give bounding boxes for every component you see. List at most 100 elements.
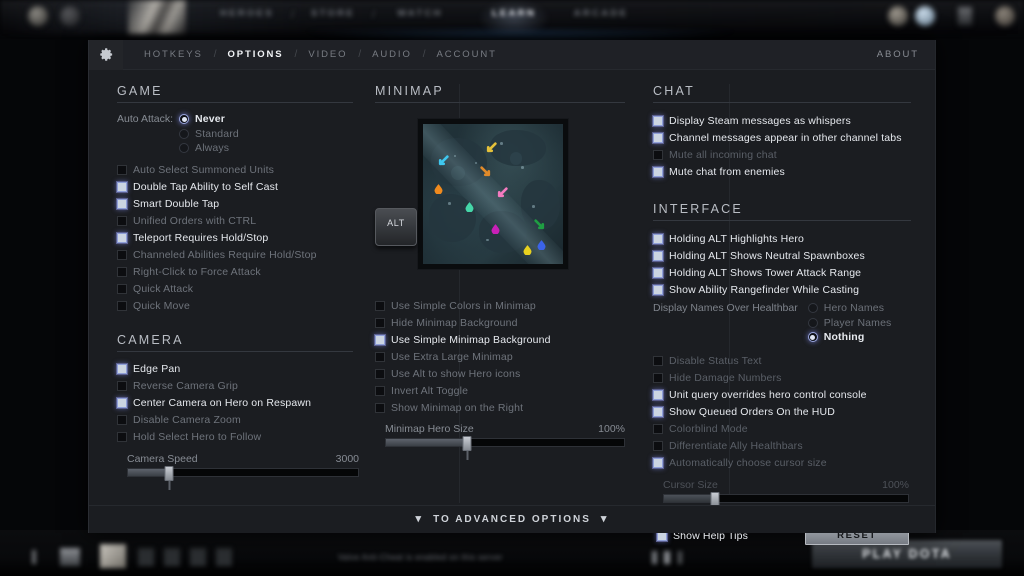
checkbox-icon	[117, 233, 127, 243]
about-link[interactable]: ABOUT	[877, 49, 919, 60]
slider-track[interactable]	[127, 465, 359, 490]
checkbox-show-ability-rangefinder-while-casting[interactable]: Show Ability Rangefinder While Casting	[653, 281, 931, 298]
checkbox-edge-pan[interactable]: Edge Pan	[117, 361, 361, 378]
checkbox-label: Hide Minimap Background	[391, 316, 518, 329]
bottom-icon-2[interactable]	[60, 548, 80, 566]
radio-auto-attack-never[interactable]: Never	[179, 112, 239, 127]
slider-label: Cursor Size	[663, 478, 718, 491]
checkbox-automatically-choose-cursor-size[interactable]: Automatically choose cursor size	[653, 455, 931, 472]
section-rule	[375, 102, 625, 103]
bottom-icon-5[interactable]	[164, 548, 180, 566]
nav-tab-watch[interactable]: WATCH	[384, 8, 456, 26]
tab-options[interactable]: OPTIONS	[216, 49, 294, 60]
nav-tab-store[interactable]: STORE	[300, 8, 366, 26]
bottom-status-icon-1	[652, 551, 657, 564]
bottom-icon-1[interactable]	[32, 550, 36, 564]
nav-tab-learn[interactable]: LEARN	[479, 8, 549, 26]
minimap-hero-size-slider[interactable]: Minimap Hero Size 100%	[375, 423, 625, 460]
checkbox-holding-alt-shows-neutral-spawnboxes[interactable]: Holding ALT Shows Neutral Spawnboxes	[653, 247, 931, 264]
checkbox-teleport-requires-hold-stop[interactable]: Teleport Requires Hold/Stop	[117, 230, 361, 247]
checkbox-label: Unit query overrides hero control consol…	[669, 389, 867, 401]
display-names-label: Display Names Over Healthbar	[653, 302, 798, 314]
tab-account[interactable]: ACCOUNT	[426, 49, 508, 60]
slider-handle[interactable]	[462, 436, 472, 460]
checkbox-unit-query-overrides-hero-control-console[interactable]: Unit query overrides hero control consol…	[653, 387, 931, 404]
dota2-logo[interactable]	[128, 0, 186, 34]
checkbox-icon	[653, 284, 663, 295]
checkbox-show-queued-orders-on-the-hud[interactable]: Show Queued Orders On the HUD	[653, 404, 931, 421]
checkbox-use-simple-colors-in-minimap[interactable]: Use Simple Colors in Minimap	[375, 297, 639, 314]
client-home-icon[interactable]	[60, 6, 80, 26]
radio-auto-attack-standard[interactable]: Standard	[179, 127, 239, 142]
checkbox-use-alt-to-show-hero-icons[interactable]: Use Alt to show Hero icons	[375, 365, 639, 382]
client-back-arrow-icon[interactable]	[28, 6, 48, 26]
client-friends-icon[interactable]	[915, 6, 935, 26]
camera-speed-slider[interactable]: Camera Speed 3000	[117, 453, 359, 490]
bottom-icon-7[interactable]	[216, 548, 232, 566]
slider-track[interactable]	[385, 436, 625, 460]
options-tab-bar: HOTKEYS / OPTIONS / VIDEO / AUDIO / ACCO…	[89, 39, 935, 70]
checkbox-icon	[653, 149, 663, 160]
nav-tab-arcade[interactable]: ARCADE	[566, 8, 636, 26]
radio-auto-attack-always[interactable]: Always	[179, 141, 239, 156]
slider-label: Minimap Hero Size	[385, 423, 474, 435]
checkbox-show-minimap-on-the-right[interactable]: Show Minimap on the Right	[375, 399, 639, 416]
checkbox-hide-damage-numbers[interactable]: Hide Damage Numbers	[653, 370, 931, 387]
checkbox-icon	[117, 301, 127, 311]
checkbox-label: Smart Double Tap	[133, 198, 220, 210]
checkbox-channeled-abilities-require-hold-stop[interactable]: Channeled Abilities Require Hold/Stop	[117, 247, 361, 264]
slider-handle[interactable]	[164, 465, 174, 490]
checkbox-hold-select-hero-to-follow[interactable]: Hold Select Hero to Follow	[117, 429, 361, 446]
tab-audio[interactable]: AUDIO	[361, 49, 423, 60]
chevron-down-icon: ▾	[415, 513, 424, 525]
client-profile-avatar[interactable]	[888, 6, 908, 26]
checkbox-reverse-camera-grip[interactable]: Reverse Camera Grip	[117, 378, 361, 395]
checkbox-quick-attack[interactable]: Quick Attack	[117, 281, 361, 298]
checkbox-hide-minimap-background[interactable]: Hide Minimap Background	[375, 314, 639, 331]
checkbox-holding-alt-shows-tower-attack-range[interactable]: Holding ALT Shows Tower Attack Range	[653, 264, 931, 281]
tab-video[interactable]: VIDEO	[297, 49, 358, 60]
section-rule	[653, 102, 911, 103]
checkbox-right-click-to-force-attack[interactable]: Right-Click to Force Attack	[117, 264, 361, 281]
checkbox-auto-select-summoned-units[interactable]: Auto Select Summoned Units	[117, 162, 361, 179]
bottom-icon-6[interactable]	[190, 548, 206, 566]
checkbox-label: Teleport Requires Hold/Stop	[133, 232, 269, 244]
checkbox-invert-alt-toggle[interactable]: Invert Alt Toggle	[375, 382, 639, 399]
section-title-game: GAME	[117, 84, 163, 98]
checkbox-use-extra-large-minimap[interactable]: Use Extra Large Minimap	[375, 348, 639, 365]
checkbox-use-simple-minimap-background[interactable]: Use Simple Minimap Background	[375, 331, 639, 348]
checkbox-double-tap-ability-to-self-cast[interactable]: Double Tap Ability to Self Cast	[117, 179, 361, 196]
checkbox-channel-messages-appear-in-other-channel-tabs[interactable]: Channel messages appear in other channel…	[653, 129, 931, 146]
bottom-icon-3[interactable]	[100, 544, 126, 568]
options-panel: HOTKEYS / OPTIONS / VIDEO / AUDIO / ACCO…	[88, 39, 936, 545]
checkbox-mute-all-incoming-chat[interactable]: Mute all incoming chat	[653, 146, 931, 163]
bottom-icon-4[interactable]	[138, 548, 154, 566]
checkbox-label: Use Alt to show Hero icons	[391, 367, 521, 380]
checkbox-quick-move[interactable]: Quick Move	[117, 298, 361, 315]
client-settings-icon[interactable]	[958, 7, 972, 25]
checkbox-differentiate-ally-healthbars[interactable]: Differentiate Ally Healthbars	[653, 438, 931, 455]
nav-tab-heroes[interactable]: HEROES	[210, 8, 284, 26]
to-advanced-options-button[interactable]: ▾ TO ADVANCED OPTIONS ▾	[89, 505, 935, 533]
checkbox-mute-chat-from-enemies[interactable]: Mute chat from enemies	[653, 163, 931, 180]
checkbox-center-camera-on-hero-on-respawn[interactable]: Center Camera on Hero on Respawn	[117, 395, 361, 412]
auto-attack-label: Auto Attack:	[117, 113, 174, 125]
client-notifications-icon[interactable]	[995, 6, 1015, 26]
checkbox-unified-orders-with-ctrl[interactable]: Unified Orders with CTRL	[117, 213, 361, 230]
radio-nothing[interactable]: Nothing	[807, 330, 892, 345]
section-title-minimap: MINIMAP	[375, 84, 444, 98]
checkbox-icon	[653, 166, 663, 177]
gear-icon[interactable]	[89, 39, 123, 70]
checkbox-smart-double-tap[interactable]: Smart Double Tap	[117, 196, 361, 213]
checkbox-label: Holding ALT Highlights Hero	[669, 232, 804, 245]
checkbox-colorblind-mode[interactable]: Colorblind Mode	[653, 421, 931, 438]
radio-label: Nothing	[823, 331, 865, 344]
checkbox-display-steam-messages-as-whispers[interactable]: Display Steam messages as whispers	[653, 112, 931, 129]
checkbox-holding-alt-highlights-hero[interactable]: Holding ALT Highlights Hero	[653, 230, 931, 247]
radio-hero-names[interactable]: Hero Names	[807, 301, 892, 316]
checkbox-disable-status-text[interactable]: Disable Status Text	[653, 353, 931, 370]
tab-hotkeys[interactable]: HOTKEYS	[133, 49, 214, 60]
checkbox-label: Invert Alt Toggle	[391, 384, 469, 397]
radio-player-names[interactable]: Player Names	[807, 316, 892, 331]
checkbox-disable-camera-zoom[interactable]: Disable Camera Zoom	[117, 412, 361, 429]
